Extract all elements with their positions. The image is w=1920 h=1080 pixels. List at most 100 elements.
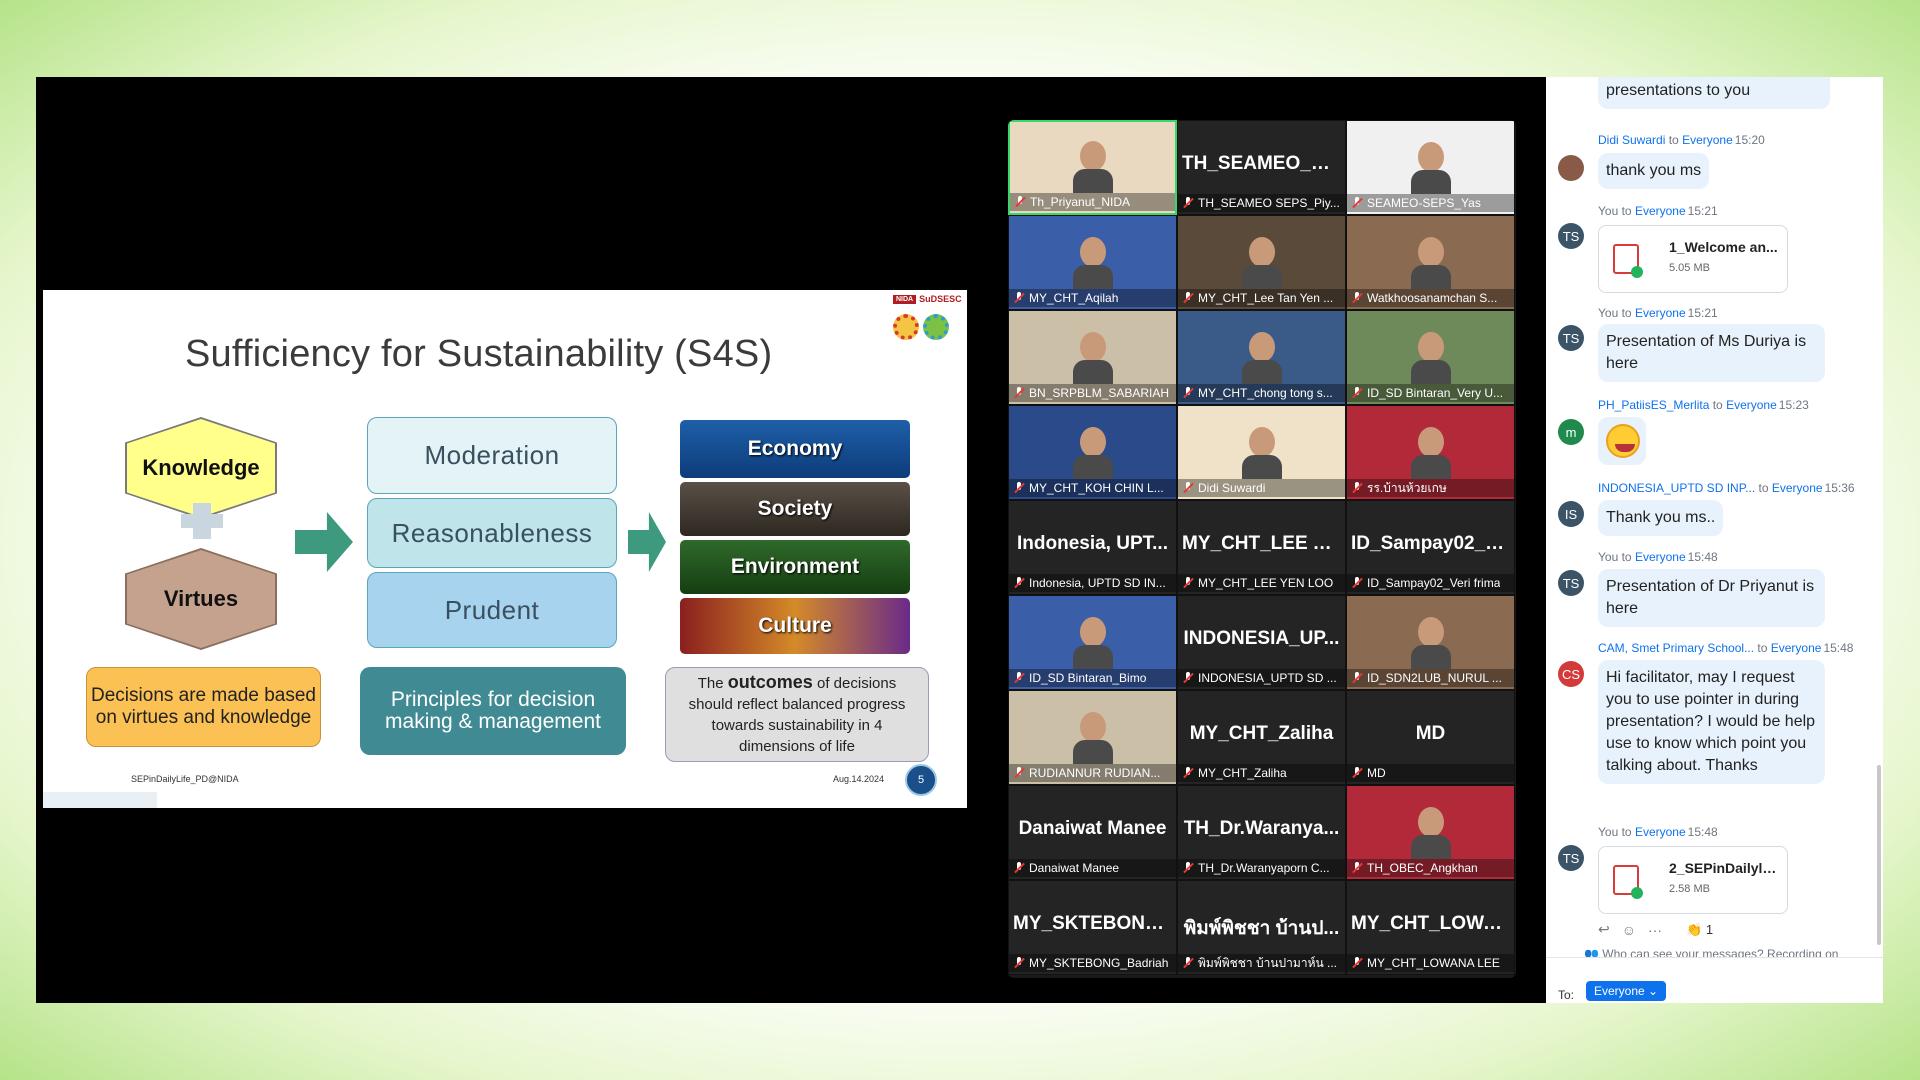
participant-tile[interactable]: Didi Suwardi (1177, 405, 1346, 500)
participant-name-label: MY_CHT_LOWANA LEE (1347, 954, 1514, 972)
mic-muted-icon (1351, 577, 1363, 589)
chat-scrollbar[interactable] (1877, 765, 1881, 945)
participant-name: RUDIANNUR RUDIAN... (1029, 766, 1161, 780)
virtues-hex: Virtues (127, 550, 275, 648)
participant-tile[interactable]: ID_SD Bintaran_Very U... (1346, 310, 1515, 405)
participant-display-name: Indonesia, UPT... (1017, 533, 1168, 554)
participant-display-name: MY_CHT_LEE YE... (1182, 533, 1345, 554)
participant-display-name: MD (1415, 723, 1446, 744)
pdf-file-icon (1613, 865, 1643, 899)
participant-display-name: MY_CHT_LOWA... (1351, 913, 1513, 934)
participant-tile[interactable]: SEAMEO-SEPS_Yas (1346, 120, 1515, 215)
reply-icon[interactable]: ↩ (1598, 921, 1610, 938)
participant-figure (1072, 332, 1113, 386)
principles-box: Principles for decision making & managem… (360, 667, 626, 755)
participant-tile[interactable]: Th_Priyanut_NIDA (1008, 120, 1177, 215)
sudsesc-logo: SuDSESC (919, 294, 962, 304)
participant-name: TH_SEAMEO SEPS_Piy... (1198, 196, 1340, 210)
participant-tile[interactable]: MY_CHT_Zaliha MY_CHT_Zaliha (1177, 690, 1346, 785)
participant-tile[interactable]: MY_SKTEBONG... MY_SKTEBONG_Badriah (1008, 880, 1177, 975)
participant-tile[interactable]: ID_Sampay02_V... ID_Sampay02_Veri frima (1346, 500, 1515, 595)
participant-tile[interactable]: BN_SRPBLM_SABARIAH (1008, 310, 1177, 405)
mic-muted-icon (1182, 197, 1194, 209)
participant-name: Th_Priyanut_NIDA (1030, 195, 1131, 209)
participant-name-label: MY_CHT_LEE YEN LOO (1178, 574, 1345, 592)
participant-tile[interactable]: MY_CHT_LEE YE... MY_CHT_LEE YEN LOO (1177, 500, 1346, 595)
participant-figure (1241, 237, 1282, 291)
participant-name: MY_SKTEBONG_Badriah (1029, 956, 1169, 970)
participant-name: MY_CHT_Lee Tan Yen ... (1198, 291, 1334, 305)
file-size: 5.05 MB (1669, 262, 1710, 274)
participant-name-label: BN_SRPBLM_SABARIAH (1009, 384, 1176, 402)
file-name: 2_SEPinDailylif... (1669, 860, 1779, 876)
participant-name-label: Indonesia, UPTD SD IN... (1009, 574, 1176, 592)
participant-name-label: MY_CHT_Lee Tan Yen ... (1178, 289, 1345, 307)
participant-name: MY_CHT_KOH CHIN L... (1029, 481, 1164, 495)
participant-figure (1072, 712, 1113, 766)
file-name: 1_Welcome an... (1669, 239, 1778, 255)
participant-name-label: ID_SDN2LUB_NURUL ... (1347, 669, 1514, 687)
slide-footer-left: SEPinDailyLife_PD@NIDA (131, 774, 239, 784)
participant-tile[interactable]: MD MD (1346, 690, 1515, 785)
participant-name: MY_CHT_Zaliha (1198, 766, 1287, 780)
participant-name-label: ID_SD Bintaran_Very U... (1347, 384, 1514, 402)
chat-messages[interactable]: presentations to you Didi Suwardi to Eve… (1546, 77, 1883, 947)
avatar: TS (1558, 325, 1584, 351)
participant-tile[interactable]: ID_SDN2LUB_NURUL ... (1346, 595, 1515, 690)
economy-image: Economy (680, 420, 910, 478)
chevron-down-icon: ⌄ (1648, 984, 1659, 998)
participant-tile[interactable]: TH_Dr.Waranya... TH_Dr.Waranyaporn C... (1177, 785, 1346, 880)
participant-tile[interactable]: RUDIANNUR RUDIAN... (1008, 690, 1177, 785)
participant-name: MY_CHT_Aqilah (1029, 291, 1119, 305)
participant-tile[interactable]: ID_SD Bintaran_Bimo (1008, 595, 1177, 690)
slide-footer-date: Aug.14.2024 (833, 774, 885, 784)
chat-message: Thank you ms.. (1598, 500, 1724, 536)
participant-tile[interactable]: INDONESIA_UP... INDONESIA_UPTD SD ... (1177, 595, 1346, 690)
avatar: TS (1558, 570, 1584, 596)
participant-tile[interactable]: MY_CHT_Lee Tan Yen ... (1177, 215, 1346, 310)
participant-tile[interactable]: MY_CHT_chong tong s... (1177, 310, 1346, 405)
file-attachment[interactable]: 2_SEPinDailylif... 2.58 MB (1598, 846, 1788, 914)
mic-muted-icon (1351, 957, 1363, 969)
participant-tile[interactable]: Danaiwat Manee Danaiwat Manee (1008, 785, 1177, 880)
file-attachment[interactable]: 1_Welcome an... 5.05 MB (1598, 225, 1788, 293)
participant-tile[interactable]: TH_SEAMEO_SE... TH_SEAMEO SEPS_Piy... (1177, 120, 1346, 215)
slide-progress (43, 792, 157, 808)
participant-name: Didi Suwardi (1198, 481, 1266, 495)
participant-name-label: ID_Sampay02_Veri frima (1347, 574, 1514, 592)
participant-tile[interactable]: MY_CHT_LOWA... MY_CHT_LOWANA LEE (1346, 880, 1515, 975)
participant-tile[interactable]: Indonesia, UPT... Indonesia, UPTD SD IN..… (1008, 500, 1177, 595)
participant-figure (1410, 617, 1451, 671)
participant-name: MY_CHT_chong tong s... (1198, 386, 1333, 400)
reaction-badge[interactable]: 👏 1 (1686, 922, 1713, 938)
chat-message: Presentation of Ms Duriya is here (1598, 324, 1825, 382)
participant-name-label: ID_SD Bintaran_Bimo (1009, 669, 1176, 687)
participant-name-label: Th_Priyanut_NIDA (1010, 193, 1175, 211)
participant-name-label: MD (1347, 764, 1514, 782)
more-icon[interactable]: ··· (1648, 922, 1662, 938)
slide-title: Sufficiency for Sustainability (S4S) (185, 333, 773, 375)
participant-name-label: พิมพ์พิชชา บ้านปามาห์น ... (1178, 954, 1345, 972)
participant-tile[interactable]: MY_CHT_Aqilah (1008, 215, 1177, 310)
participant-display-name: TH_SEAMEO_SE... (1182, 153, 1345, 174)
message-sender: You to Everyone 15:21 (1598, 306, 1718, 320)
participant-figure (1410, 427, 1451, 481)
participant-tile[interactable]: TH_OBEC_Angkhan (1346, 785, 1515, 880)
participant-name-label: SEAMEO-SEPS_Yas (1347, 194, 1514, 212)
participant-figure (1072, 427, 1113, 481)
participant-tile[interactable]: Watkhoosanamchan S... (1346, 215, 1515, 310)
add-reaction-icon[interactable]: ☺ (1622, 922, 1636, 938)
mic-muted-icon (1351, 292, 1363, 304)
participant-tile[interactable]: พิมพ์พิชชา บ้านป... พิมพ์พิชชา บ้านปามาห์… (1177, 880, 1346, 975)
recipient-dropdown[interactable]: Everyone ⌄ (1586, 981, 1667, 1001)
participant-tile[interactable]: รร.บ้านห้วยเกษ (1346, 405, 1515, 500)
message-actions: ↩ ☺ ··· 👏 1 (1598, 921, 1713, 938)
participant-figure (1241, 427, 1282, 481)
participant-display-name: MY_SKTEBONG... (1013, 913, 1176, 934)
mic-muted-icon (1013, 767, 1025, 779)
plus-icon-bar (181, 514, 223, 528)
nida-logo: NIDA (893, 294, 917, 304)
participant-gallery: Th_Priyanut_NIDA TH_SEAMEO_SE... TH_SEAMEO… (1008, 120, 1516, 978)
participant-tile[interactable]: MY_CHT_KOH CHIN L... (1008, 405, 1177, 500)
decisions-box: Decisions are made based on virtues and … (86, 667, 321, 747)
